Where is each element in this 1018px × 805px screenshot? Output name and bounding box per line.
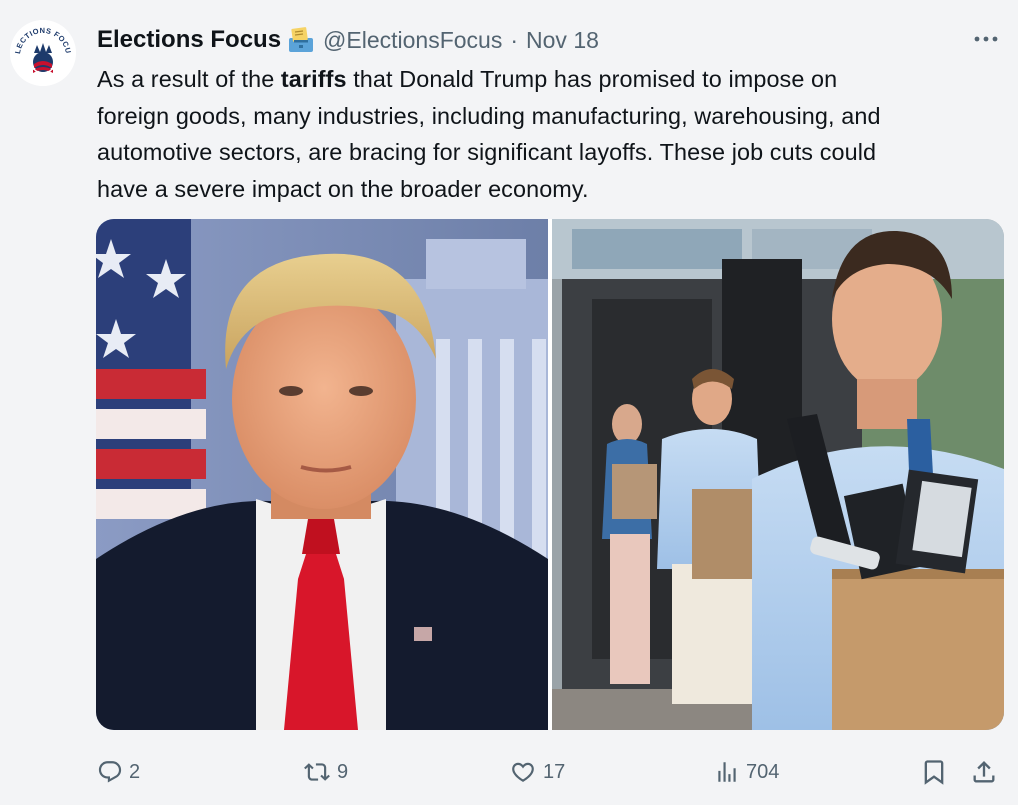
views-count: 704 bbox=[746, 760, 780, 783]
bookmark-button[interactable] bbox=[920, 756, 948, 788]
like-count: 17 bbox=[543, 760, 566, 783]
post-text: As a result of the tariffs that Donald T… bbox=[97, 61, 997, 207]
views-chart-icon bbox=[718, 762, 736, 782]
text-segment: that Donald Trump has promised to impose… bbox=[346, 66, 838, 92]
more-options-button[interactable] bbox=[968, 26, 1004, 52]
elections-focus-logo-icon: ELECTIONS FOCUS bbox=[10, 20, 76, 86]
heart-icon bbox=[512, 762, 534, 782]
post-media bbox=[96, 219, 1004, 730]
post: ELECTIONS FOCUS Elections Focus @Electio… bbox=[0, 0, 1018, 805]
text-segment: As a result of the bbox=[97, 66, 281, 92]
author-avatar[interactable]: ELECTIONS FOCUS bbox=[10, 20, 76, 86]
bold-keyword: tariffs bbox=[280, 66, 347, 92]
like-button[interactable]: 17 bbox=[509, 756, 565, 788]
bookmark-icon bbox=[924, 760, 944, 785]
laid-off-workers-photo[interactable] bbox=[552, 219, 1004, 730]
ballot-box-icon bbox=[287, 26, 315, 54]
share-button[interactable] bbox=[970, 756, 998, 788]
post-text-line-3: automotive sectors, are bracing for sign… bbox=[97, 139, 877, 165]
author-display-name[interactable]: Elections Focus bbox=[97, 26, 281, 54]
author-handle[interactable]: @ElectionsFocus bbox=[323, 27, 502, 54]
post-text-line-1: As a result of the tariffs that Donald T… bbox=[97, 61, 997, 98]
views-button[interactable]: 704 bbox=[714, 756, 779, 788]
post-date[interactable]: Nov 18 bbox=[526, 27, 599, 54]
post-text-line-2: foreign goods, many industries, includin… bbox=[97, 102, 881, 129]
header-separator: · bbox=[510, 26, 519, 53]
post-text-line-4: have a severe impact on the broader econ… bbox=[97, 175, 589, 202]
reply-button[interactable]: 2 bbox=[97, 756, 140, 788]
share-upload-icon bbox=[973, 761, 995, 783]
repost-count: 9 bbox=[337, 760, 349, 783]
post-header: Elections Focus @ElectionsFocus · Nov 18 bbox=[97, 24, 599, 56]
reply-count: 2 bbox=[129, 760, 141, 783]
repost-icon bbox=[304, 763, 330, 781]
repost-button[interactable]: 9 bbox=[303, 756, 348, 788]
ellipsis-icon bbox=[974, 36, 998, 42]
reply-icon bbox=[98, 761, 122, 783]
trump-portrait-photo[interactable] bbox=[96, 219, 548, 730]
action-bar: 2 9 17 704 bbox=[0, 748, 1018, 796]
